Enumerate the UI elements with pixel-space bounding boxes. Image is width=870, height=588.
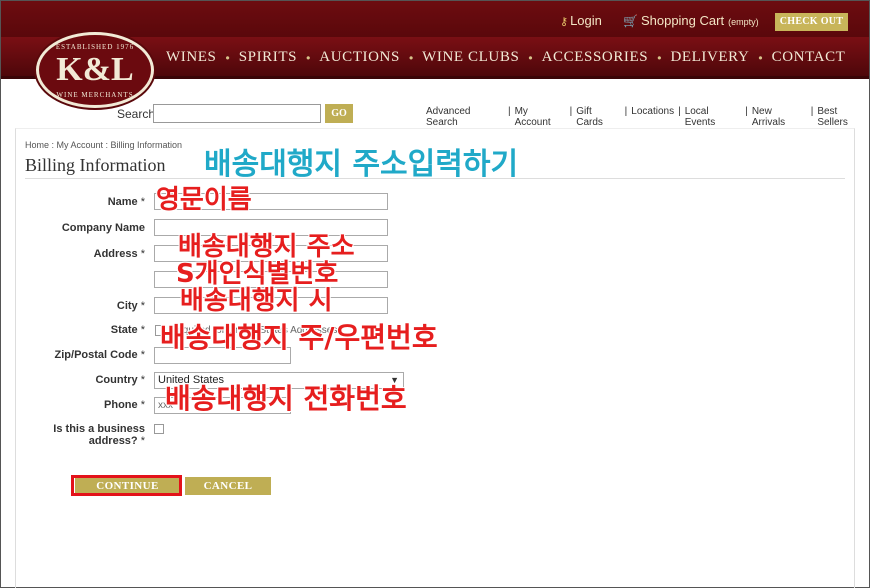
nav-separator: • [225,50,230,65]
logo-established: ESTABLISHED 1976 [55,43,135,51]
link-divider: | [745,106,748,117]
page-title: Billing Information [25,155,166,175]
go-button[interactable]: GO [325,104,353,123]
login-label: Login [570,13,602,28]
link-advanced-search[interactable]: Advanced Search [426,106,504,128]
nav-spirits[interactable]: SPIRITS [239,49,297,66]
link-divider: | [624,106,628,117]
annotation-city: 배송대행지 시 [180,286,333,316]
search-input[interactable] [153,104,321,123]
business-address-checkbox[interactable] [154,424,164,434]
link-divider: | [569,106,573,117]
nav-separator: • [657,50,662,65]
nav-separator: • [528,50,533,65]
link-local-events[interactable]: Local Events [685,106,742,128]
nav-accessories[interactable]: ACCESSORIES [542,49,649,66]
annotation-state-zip: 배송대행지 주/우편번호 [160,321,438,354]
shopping-cart-link[interactable]: 🛒 Shopping Cart (empty) [623,13,759,28]
link-new-arrivals[interactable]: New Arrivals [752,106,807,128]
nav-wines[interactable]: WINES [166,49,217,66]
address-label: Address * [93,248,145,260]
continue-highlight-box [71,475,182,496]
business-label: Is this a business address? * [53,423,145,447]
link-best-sellers[interactable]: Best Sellers [817,106,870,128]
link-locations[interactable]: Locations [631,106,674,128]
annotation-name: 영문이름 [156,185,252,215]
logo-mark: K&L [56,51,134,88]
company-label: Company Name [61,222,145,234]
main-nav: WINES • SPIRITS • AUCTIONS • WINE CLUBS … [166,49,845,66]
annotation-title: 배송대행지 주소입력하기 [204,147,519,182]
login-link[interactable]: ⚷ Login [560,13,602,28]
utility-links: Advanced Search | My Account | Gift Cards |… [426,106,870,128]
nav-separator: • [758,50,763,65]
cart-icon: 🛒 [623,14,638,28]
annotation-address2: S개인식별번호 [176,259,339,289]
city-label: City * [116,300,145,312]
state-label: State * [110,324,145,336]
cart-status: (empty) [728,17,759,27]
zip-label: Zip/Postal Code * [54,349,145,361]
logo-wine-merchants: WINE MERCHANTS [56,91,134,99]
country-label: Country * [95,374,145,386]
kl-logo[interactable]: ESTABLISHED 1976 K&L WINE MERCHANTS [36,32,154,108]
nav-contact[interactable]: CONTACT [772,49,846,66]
link-gift-cards[interactable]: Gift Cards [576,106,620,128]
checkout-button[interactable]: CHECK OUT [775,13,848,31]
annotation-phone: 배송대행지 전화번호 [165,382,407,415]
breadcrumb[interactable]: Home : My Account : Billing Information [25,140,182,150]
nav-delivery[interactable]: DELIVERY [670,49,749,66]
link-divider: | [810,106,814,117]
nav-separator: • [408,50,414,65]
name-label: Name * [107,196,145,208]
key-icon: ⚷ [560,16,569,28]
nav-separator: • [306,50,311,65]
nav-auctions[interactable]: AUCTIONS [319,49,400,66]
link-divider: | [507,106,511,117]
annotation-address: 배송대행지 주소 [178,232,355,262]
link-divider: | [678,106,681,117]
phone-label: Phone * [104,399,145,411]
nav-wine-clubs[interactable]: WINE CLUBS [422,49,519,66]
search-label: Search [117,107,156,121]
link-my-account[interactable]: My Account [515,106,566,128]
cancel-button[interactable]: CANCEL [185,477,271,495]
cart-label: Shopping Cart [640,13,725,28]
